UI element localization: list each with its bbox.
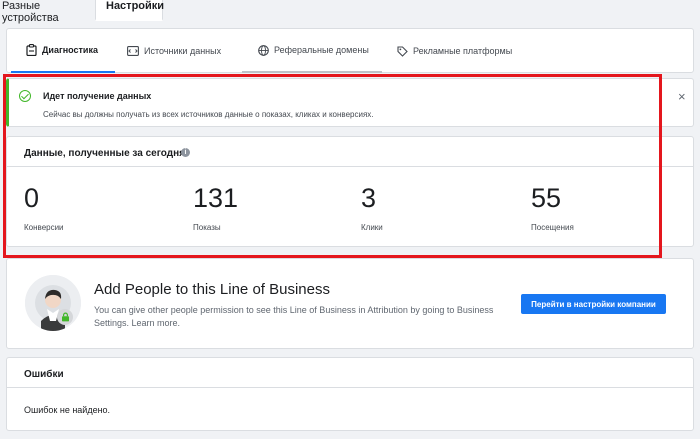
stats-heading: Данные, полученные за сегодня <box>24 148 185 159</box>
errors-header: Ошибки <box>7 358 693 388</box>
stat-label: Конверсии <box>24 223 64 232</box>
tab-ad-platforms-label: Рекламные платформы <box>413 46 513 56</box>
errors-heading: Ошибки <box>24 369 64 380</box>
no-errors-text: Ошибок не найдено. <box>24 405 111 415</box>
stat-value: 3 <box>361 183 377 213</box>
tab-referral-domains[interactable]: Реферальные домены <box>242 29 382 73</box>
errors-card: Ошибки Ошибок не найдено. <box>6 357 694 431</box>
info-icon[interactable]: i <box>181 148 190 157</box>
tab-settings[interactable]: Настройки <box>95 0 164 21</box>
stat-clicks: 3 Клики <box>361 181 521 232</box>
alert-title: Идет получение данных <box>43 91 152 101</box>
close-icon[interactable]: × <box>678 90 686 103</box>
data-sources-icon <box>127 45 139 57</box>
tab-ad-platforms[interactable]: Рекламные платформы <box>396 29 556 73</box>
add-people-description: You can give other people permission to … <box>94 305 494 328</box>
stats-header: Данные, полученные за сегодня i <box>7 137 693 167</box>
tab-cross-device[interactable]: Разные устройства <box>0 0 95 24</box>
diagnostics-icon <box>25 44 37 56</box>
tab-referral-domains-label: Реферальные домены <box>274 45 369 55</box>
tag-icon <box>396 45 408 57</box>
stat-value: 131 <box>193 183 239 213</box>
stat-label: Клики <box>361 223 383 232</box>
tab-diagnostics-label: Диагностика <box>42 45 98 55</box>
add-people-card: Add People to this Line of Business You … <box>6 258 694 349</box>
stat-conversions: 0 Конверсии <box>24 181 184 232</box>
tab-data-sources-label: Источники данных <box>144 46 222 56</box>
tab-data-sources[interactable]: Источники данных <box>127 29 239 73</box>
alert-text: Сейчас вы должны получать из всех источн… <box>43 110 374 119</box>
avatar <box>25 275 81 331</box>
go-to-business-settings-button[interactable]: Перейти в настройки компании <box>521 294 666 314</box>
stat-label: Посещения <box>531 223 574 232</box>
lock-icon <box>57 309 73 325</box>
globe-icon <box>257 44 269 56</box>
settings-subtabs: Диагностика Источники данных Реферальные… <box>6 28 694 73</box>
top-tab-bar: Разные устройства Настройки <box>0 0 700 24</box>
stat-visits: 55 Посещения <box>531 181 691 232</box>
stat-value: 55 <box>531 183 562 213</box>
stat-impressions: 131 Показы <box>193 181 353 232</box>
add-people-heading: Add People to this Line of Business <box>94 281 330 298</box>
tab-diagnostics[interactable]: Диагностика <box>11 29 115 73</box>
data-receiving-alert: Идет получение данных Сейчас вы должны п… <box>6 78 694 127</box>
stat-value: 0 <box>24 183 40 213</box>
check-circle-icon <box>19 90 31 102</box>
today-stats-card: Данные, полученные за сегодня i 0 Конвер… <box>6 136 694 247</box>
stat-label: Показы <box>193 223 221 232</box>
